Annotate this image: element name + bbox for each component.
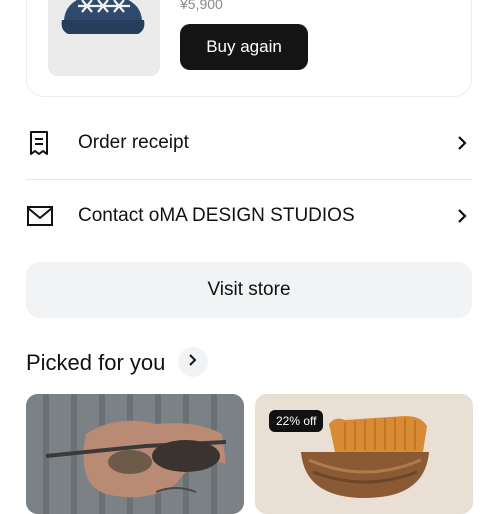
contact-shop-row[interactable]: Contact oMA DESIGN STUDIOS — [26, 180, 472, 252]
order-receipt-label: Order receipt — [78, 132, 189, 153]
contact-shop-label: Contact oMA DESIGN STUDIOS — [78, 205, 355, 226]
picked-for-you-heading: Picked for you — [26, 350, 166, 375]
recommended-item-card[interactable] — [26, 394, 244, 514]
product-price: ¥5,900 — [180, 0, 223, 12]
recommended-item-card[interactable]: 22% off — [255, 394, 473, 514]
chevron-right-icon — [452, 206, 472, 226]
mail-icon — [26, 201, 56, 231]
order-receipt-row[interactable]: Order receipt — [26, 107, 472, 179]
picked-for-you-arrow-button[interactable] — [178, 347, 208, 377]
product-image[interactable] — [48, 0, 160, 76]
visit-store-button[interactable]: Visit store — [26, 262, 472, 318]
chevron-right-icon — [188, 353, 198, 372]
chevron-right-icon — [452, 133, 472, 153]
sunglasses-product-image — [26, 394, 244, 514]
buy-again-button[interactable]: Buy again — [180, 24, 308, 70]
discount-badge: 22% off — [269, 410, 324, 432]
receipt-icon — [26, 128, 56, 158]
